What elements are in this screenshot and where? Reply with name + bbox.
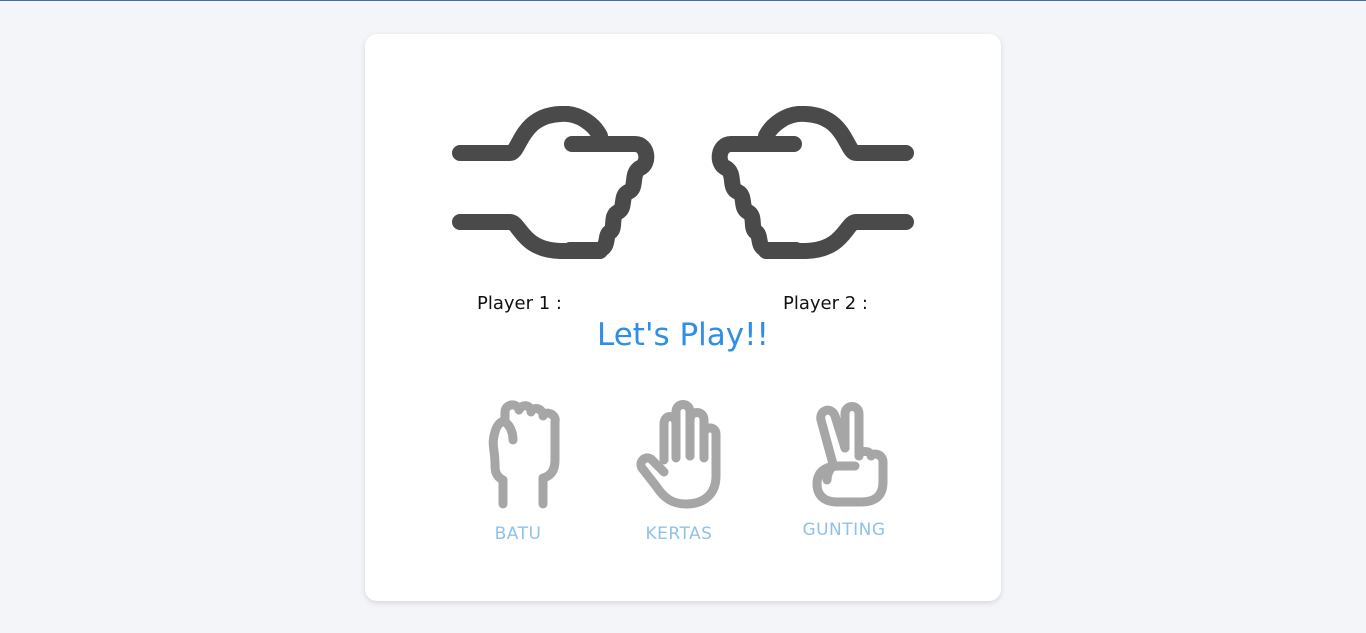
choice-kertas-button[interactable]: KERTAS <box>619 400 739 544</box>
choice-kertas-label: KERTAS <box>645 524 713 544</box>
choice-batu-label: BATU <box>494 524 542 544</box>
player1-label: Player 1 : <box>477 293 562 314</box>
rock-hand-icon <box>488 400 560 509</box>
scissors-hand-icon <box>812 402 888 507</box>
player2-fist-icon <box>711 106 916 261</box>
top-border <box>0 0 1366 1</box>
game-status: Let's Play!! <box>597 317 769 353</box>
choice-batu-button[interactable]: BATU <box>458 400 578 544</box>
player2-label: Player 2 : <box>783 293 868 314</box>
paper-hand-icon <box>636 400 721 509</box>
choice-gunting-label: GUNTING <box>802 520 886 540</box>
player1-fist-icon <box>450 106 655 261</box>
choice-gunting-button[interactable]: GUNTING <box>784 400 904 540</box>
game-card: Player 1 : Player 2 : Let's Play!! BATU … <box>365 34 1001 601</box>
